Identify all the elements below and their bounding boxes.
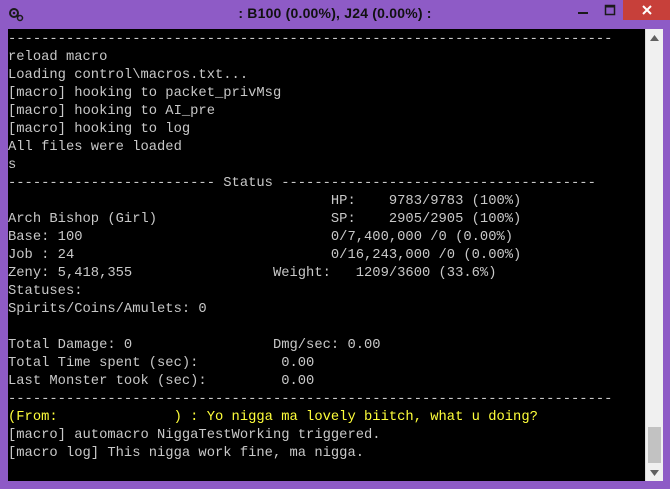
console-line: HP: 9783/9783 (100%): [8, 194, 522, 209]
console-line: ------------------------- Status -------…: [8, 176, 596, 191]
scroll-down-button[interactable]: [646, 464, 663, 481]
console-line: [macro] hooking to packet_privMsg: [8, 86, 282, 101]
minimize-button[interactable]: [570, 0, 596, 20]
console-line: All files were loaded: [8, 140, 182, 155]
console-line: Loading control\macros.txt...: [8, 68, 249, 83]
console-area[interactable]: ----------------------------------------…: [8, 29, 663, 481]
console-line: Total Damage: 0 Dmg/sec: 0.00: [8, 338, 381, 353]
console-line: Job : 24 0/16,243,000 /0 (0.00%): [8, 248, 522, 263]
console-line: ----------------------------------------…: [8, 32, 613, 47]
console-line: (From: ) : Yo nigga ma lovely biitch, wh…: [8, 410, 538, 425]
console-line: Arch Bishop (Girl) SP: 2905/2905 (100%): [8, 212, 522, 227]
console-line: ----------------------------------------…: [8, 392, 613, 407]
console-line: [macro] hooking to log: [8, 122, 191, 137]
console-line: Statuses:: [8, 284, 83, 299]
title-bar[interactable]: : B100 (0.00%), J24 (0.00%) :: [0, 0, 670, 28]
console-line: [macro] automacro NiggaTestWorking trigg…: [8, 428, 381, 443]
close-button[interactable]: [623, 0, 670, 20]
console-output: ----------------------------------------…: [8, 29, 645, 481]
chevron-up-icon: [650, 34, 659, 41]
minimize-icon: [578, 12, 588, 14]
console-line: [macro] hooking to AI_pre: [8, 104, 215, 119]
console-line: Spirits/Coins/Amulets: 0: [8, 302, 207, 317]
console-window: : B100 (0.00%), J24 (0.00%) : ----------…: [0, 0, 670, 489]
vertical-scrollbar[interactable]: [645, 29, 663, 481]
maximize-button[interactable]: [597, 0, 623, 20]
console-line: s: [8, 158, 17, 173]
close-icon: [641, 5, 652, 15]
console-line: Last Monster took (sec): 0.00: [8, 374, 315, 389]
maximize-icon: [604, 4, 616, 16]
console-line: Base: 100 0/7,400,000 /0 (0.00%): [8, 230, 514, 245]
console-line: Total Time spent (sec): 0.00: [8, 356, 315, 371]
console-line: [macro log] This nigga work fine, ma nig…: [8, 446, 365, 461]
chevron-down-icon: [650, 469, 659, 476]
scroll-up-button[interactable]: [646, 29, 663, 46]
console-line: reload macro: [8, 50, 108, 65]
scrollbar-thumb[interactable]: [648, 427, 661, 463]
console-line: Zeny: 5,418,355 Weight: 1209/3600 (33.6%…: [8, 266, 497, 281]
